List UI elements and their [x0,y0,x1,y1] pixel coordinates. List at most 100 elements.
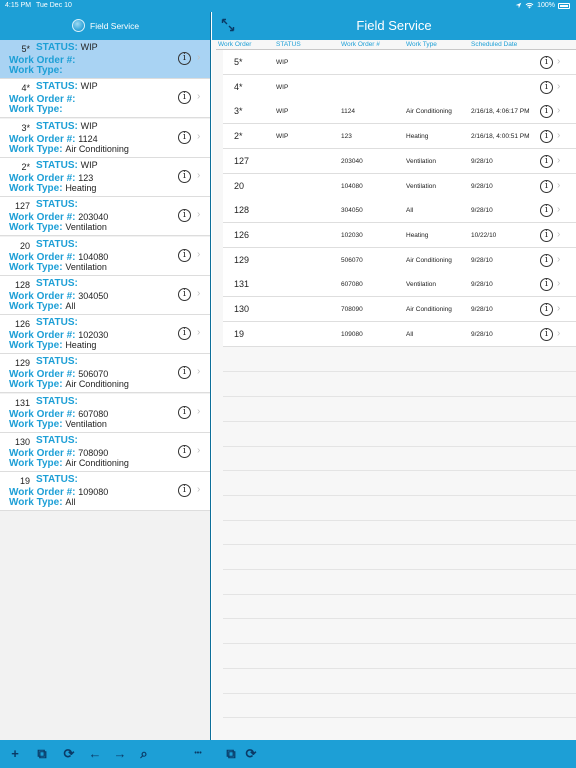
grid-empty-divider [223,667,576,669]
forward-arrow-icon[interactable]: → [112,746,128,762]
work-type-value: Air Conditioning [65,143,129,154]
list-item[interactable]: 129 STATUS: Work Order #: 506070 Work Type… [0,354,210,394]
master-title: Field Service [90,21,140,31]
info-circle-icon[interactable]: i [178,52,191,65]
chevron-right-icon: › [197,484,201,496]
table-row[interactable]: 130 708090 Air Conditioning 9/28/10 i › [223,297,576,322]
info-circle-icon[interactable]: i [540,303,553,316]
table-cell: 126 [234,229,250,240]
info-circle-icon[interactable]: i [540,278,553,292]
work-type-value: Air Conditioning [65,379,129,390]
table-cell: Air Conditioning [406,108,452,116]
work-type-value: Ventilation [65,418,107,429]
chevron-right-icon: › [197,52,201,63]
info-circle-icon[interactable]: i [178,130,191,144]
location-arrow-icon [515,2,522,9]
work-type-label: Work Type: [9,458,63,469]
info-circle-icon[interactable]: i [178,169,191,183]
search-icon[interactable]: ⌕ [136,746,152,762]
info-circle-icon[interactable]: i [178,248,191,262]
info-circle-icon[interactable]: i [540,80,553,94]
chevron-right-icon: › [557,179,561,191]
copy-icon-right[interactable]: ⧉ [223,746,239,762]
list-item[interactable]: 19 STATUS: Work Order #: 109080 Work Type:… [0,472,210,512]
list-item[interactable]: 5* STATUS: WIP Work Order #: Work Type: i › [0,40,210,79]
table-row[interactable]: 5* WIP i › [223,50,576,75]
list-item[interactable]: 2* STATUS: WIP Work Order #: 123 Work Type:… [0,157,210,197]
info-circle-icon[interactable]: i [178,366,191,380]
table-row[interactable]: 2* WIP 123 Heating 2/16/18, 4:00:51 PM i › [223,124,576,150]
work-order-grid[interactable]: Work Order STATUS Work Order # Work Type… [212,40,576,740]
table-row[interactable]: 129 506070 Air Conditioning 9/28/10 i › [223,247,576,273]
list-item[interactable]: 130 STATUS: Work Order #: 708090 Work Type… [0,433,210,472]
grid-empty-divider [223,494,576,496]
table-cell: Ventilation [406,182,436,190]
table-cell: 109080 [341,330,363,338]
list-item[interactable]: 127 STATUS: Work Order #: 203040 Work Type… [0,197,210,237]
list-item[interactable]: 128 STATUS: Work Order #: 304050 Work Type… [0,275,210,315]
table-row[interactable]: 3* WIP 1124 Air Conditioning 2/16/18, 4:06:1… [223,99,576,125]
work-type-label: Work Type: [9,300,63,312]
column-header-status[interactable]: STATUS [276,41,301,48]
list-item[interactable]: 3* STATUS: WIP Work Order #: 1124 Work Type… [0,118,210,158]
list-item[interactable]: 126 STATUS: Work Order #: 102030 Work Type… [0,315,210,355]
info-circle-icon[interactable]: i [540,228,553,242]
info-circle-icon[interactable]: i [178,445,191,458]
info-circle-icon[interactable]: i [540,204,553,218]
info-circle-icon[interactable]: i [540,179,553,193]
list-item[interactable]: 20 STATUS: Work Order #: 104080 Work Type:… [0,236,210,276]
copy-icon[interactable]: ⧉ [34,746,50,762]
info-circle-icon[interactable]: i [178,484,191,498]
chevron-right-icon: › [197,130,201,142]
info-circle-icon[interactable]: i [178,405,191,419]
table-cell: Heating [406,133,429,141]
info-circle-icon[interactable]: i [540,105,553,119]
table-row[interactable]: 126 102030 Heating 10/22/10 i › [223,222,576,248]
column-header-work-order-number[interactable]: Work Order # [341,41,380,48]
table-row[interactable]: 131 607080 Ventilation 9/28/10 i › [223,272,576,298]
table-cell: 102030 [341,231,363,239]
chevron-right-icon: › [197,91,201,103]
table-cell: 304050 [341,207,363,215]
work-order-value: 708090 [78,448,109,458]
grid-empty-divider [223,593,576,595]
info-circle-icon[interactable]: i [178,287,191,301]
table-row[interactable]: 19 109080 All 9/28/10 i › [223,321,576,347]
info-circle-icon[interactable]: i [178,91,191,105]
info-circle-icon[interactable]: i [540,130,553,144]
list-item[interactable]: 4* STATUS: WIP Work Order #: Work Type: i › [0,79,210,119]
info-circle-icon[interactable]: i [540,56,553,69]
table-row[interactable]: 127 203040 Ventilation 9/28/10 i › [223,148,576,174]
table-row[interactable]: 20 104080 Ventilation 9/28/10 i › [223,173,576,199]
more-icon[interactable]: ••• [189,746,207,762]
info-circle-icon[interactable]: i [178,209,191,223]
status-label: STATUS: [36,120,78,132]
work-type-label: Work Type: [9,65,63,76]
info-circle-icon[interactable]: i [540,154,553,168]
add-icon[interactable]: + [7,746,23,762]
column-header-work-order[interactable]: Work Order [218,41,251,48]
status-label: STATUS: [36,159,78,171]
table-row[interactable]: 4* WIP i › [223,74,576,100]
sync-icon[interactable]: ⟳ [61,746,77,762]
master-header: Field Service [0,12,211,40]
column-header-scheduled-date[interactable]: Scheduled Date [471,41,517,48]
list-item-number: 128 [14,279,30,290]
master-list[interactable]: 5* STATUS: WIP Work Order #: Work Type: i ›… [0,40,211,740]
table-cell: 2/16/18, 4:06:17 PM [471,108,530,116]
info-circle-icon[interactable]: i [178,327,191,341]
table-row[interactable]: 128 304050 All 9/28/10 i › [223,198,576,224]
table-cell: Heating [406,231,429,239]
list-item[interactable]: 131 STATUS: Work Order #: 607080 Work Type… [0,393,210,433]
list-item-work-type: Work Type: Air Conditioning [9,458,129,469]
work-type-label: Work Type: [9,222,63,234]
column-header-work-type[interactable]: Work Type [406,41,437,48]
table-cell: WIP [276,133,289,141]
chevron-right-icon: › [557,204,561,216]
back-arrow-icon[interactable]: ← [87,746,103,762]
grid-empty-divider [223,692,576,694]
info-circle-icon[interactable]: i [540,327,553,341]
sync-icon-right[interactable]: ⟳ [243,746,259,762]
info-circle-icon[interactable]: i [540,253,553,267]
work-type-label: Work Type: [9,104,63,116]
